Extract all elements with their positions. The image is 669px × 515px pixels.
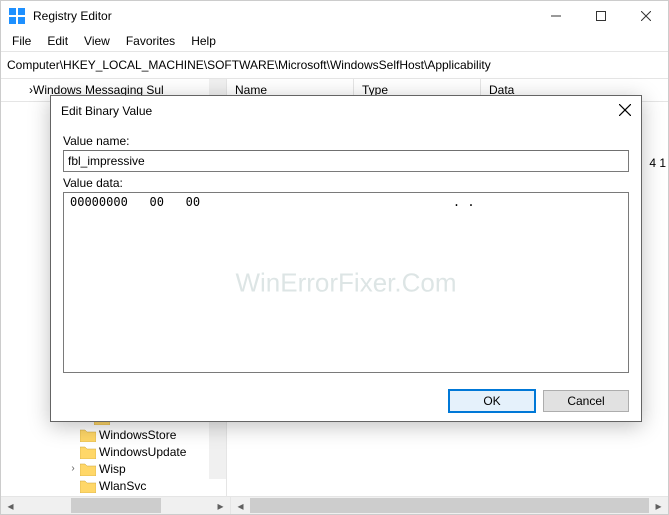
address-bar[interactable]: Computer\HKEY_LOCAL_MACHINE\SOFTWARE\Mic… [1,51,668,79]
tree-item-label: WlanSvc [99,479,146,493]
menu-bar: File Edit View Favorites Help [1,31,668,51]
list-row[interactable]: 4 1 [643,154,666,171]
ok-button[interactable]: OK [449,390,535,412]
menu-file[interactable]: File [5,32,38,50]
tree-item-label: WindowsUpdate [99,445,186,459]
value-data-label: Value data: [63,176,629,190]
dialog-buttons: OK Cancel [51,381,641,421]
dialog-title-bar: Edit Binary Value [51,96,641,126]
value-name-input[interactable] [63,150,629,172]
window-title: Registry Editor [33,9,533,23]
scrollbar-thumb[interactable] [71,498,161,513]
folder-icon [80,462,96,476]
chevron-right-icon: › [67,463,79,474]
hex-editor[interactable]: 00000000 00 00 . . WinErrorFixer.Com [63,192,629,373]
maximize-button[interactable] [578,1,623,31]
window-buttons [533,1,668,31]
tree-item-label: WindowsStore [99,428,176,442]
scroll-right-icon[interactable]: ▸ [651,498,666,513]
folder-icon [80,428,96,442]
scroll-left-icon[interactable]: ◂ [233,498,248,513]
list-h-scrollbar[interactable]: ◂ ▸ [231,497,668,514]
value-name-label: Value name: [63,134,629,148]
minimize-button[interactable] [533,1,578,31]
tree-h-scrollbar[interactable]: ◂ ▸ [1,497,231,514]
app-icon [9,8,25,24]
menu-help[interactable]: Help [184,32,223,50]
row-data-fragment: 4 1 [649,156,666,170]
tree-item[interactable]: WindowsUpdate [1,443,226,460]
menu-edit[interactable]: Edit [40,32,75,50]
tree-item-label: Wisp [99,462,126,476]
tree-item[interactable]: WindowsStore [1,426,226,443]
hex-row: 00000000 00 00 . . [70,195,622,209]
tree-item[interactable]: WlanSvc [1,477,226,494]
scroll-left-icon[interactable]: ◂ [3,498,18,513]
folder-icon [80,445,96,459]
status-bar: ◂ ▸ ◂ ▸ [1,496,668,514]
folder-icon [80,479,96,493]
dialog-title: Edit Binary Value [61,104,601,118]
dialog-close-button[interactable] [601,104,631,119]
title-bar: Registry Editor [1,1,668,31]
tree-item[interactable]: › Wisp [1,460,226,477]
watermark-text: WinErrorFixer.Com [235,267,456,298]
menu-view[interactable]: View [77,32,117,50]
edit-binary-dialog: Edit Binary Value Value name: Value data… [50,95,642,422]
scroll-right-icon[interactable]: ▸ [213,498,228,513]
address-text: Computer\HKEY_LOCAL_MACHINE\SOFTWARE\Mic… [7,58,491,72]
scrollbar-thumb[interactable] [250,498,649,513]
close-button[interactable] [623,1,668,31]
cancel-button[interactable]: Cancel [543,390,629,412]
sort-indicator-icon: ▴ [215,85,220,96]
dialog-body: Value name: Value data: 00000000 00 00 .… [51,126,641,381]
menu-favorites[interactable]: Favorites [119,32,182,50]
